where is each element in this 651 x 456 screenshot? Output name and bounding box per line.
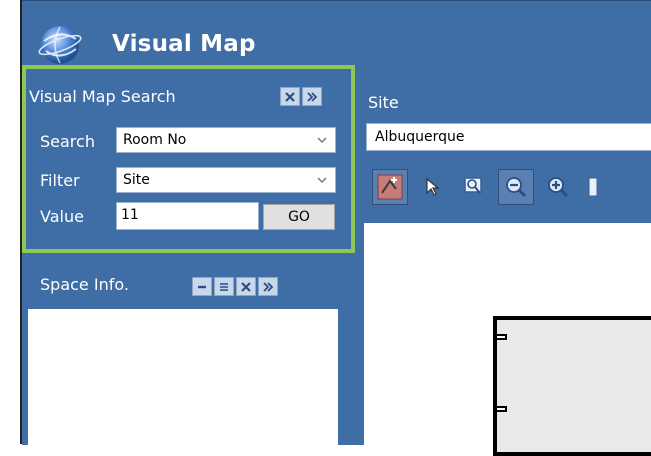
- zoom-window-icon[interactable]: [456, 169, 492, 205]
- search-label: Search: [40, 132, 95, 151]
- space-info-title: Space Info.: [40, 275, 129, 294]
- door-marker: [497, 406, 507, 412]
- space-info-content: [28, 309, 338, 449]
- expand-icon[interactable]: [302, 87, 322, 106]
- site-label: Site: [368, 93, 399, 112]
- search-select-value: Room No: [123, 132, 187, 148]
- search-select[interactable]: Room No: [116, 127, 336, 153]
- value-input[interactable]: 11: [116, 202, 259, 230]
- expand-icon[interactable]: [258, 277, 278, 296]
- close-icon[interactable]: [280, 87, 300, 106]
- toolbar-overflow: [582, 169, 602, 205]
- chevron-down-icon: [317, 137, 327, 143]
- minus-icon[interactable]: [192, 277, 212, 296]
- map-toolbar: [366, 163, 651, 213]
- pointer-icon[interactable]: [414, 169, 450, 205]
- zoom-out-icon[interactable]: [498, 169, 534, 205]
- filter-select-value: Site: [123, 172, 150, 188]
- globe-icon: [36, 23, 84, 67]
- zoom-in-icon[interactable]: [540, 169, 576, 205]
- list-icon[interactable]: [214, 277, 234, 296]
- outer-margin: [0, 0, 21, 444]
- chevron-down-icon: [317, 177, 327, 183]
- zoom-region-icon[interactable]: [372, 169, 408, 205]
- value-label: Value: [40, 207, 84, 226]
- search-panel-title: Visual Map Search: [29, 87, 176, 106]
- floor-plan-outline: [493, 316, 651, 456]
- site-select[interactable]: Albuquerque: [366, 123, 651, 151]
- app-title: Visual Map: [112, 31, 256, 57]
- close-icon[interactable]: [236, 277, 256, 296]
- filter-select[interactable]: Site: [116, 167, 336, 193]
- go-button[interactable]: GO: [263, 204, 335, 230]
- door-marker: [497, 334, 507, 340]
- filter-label: Filter: [40, 171, 80, 190]
- app: Visual Map Visual Map Search Search Room…: [0, 0, 651, 456]
